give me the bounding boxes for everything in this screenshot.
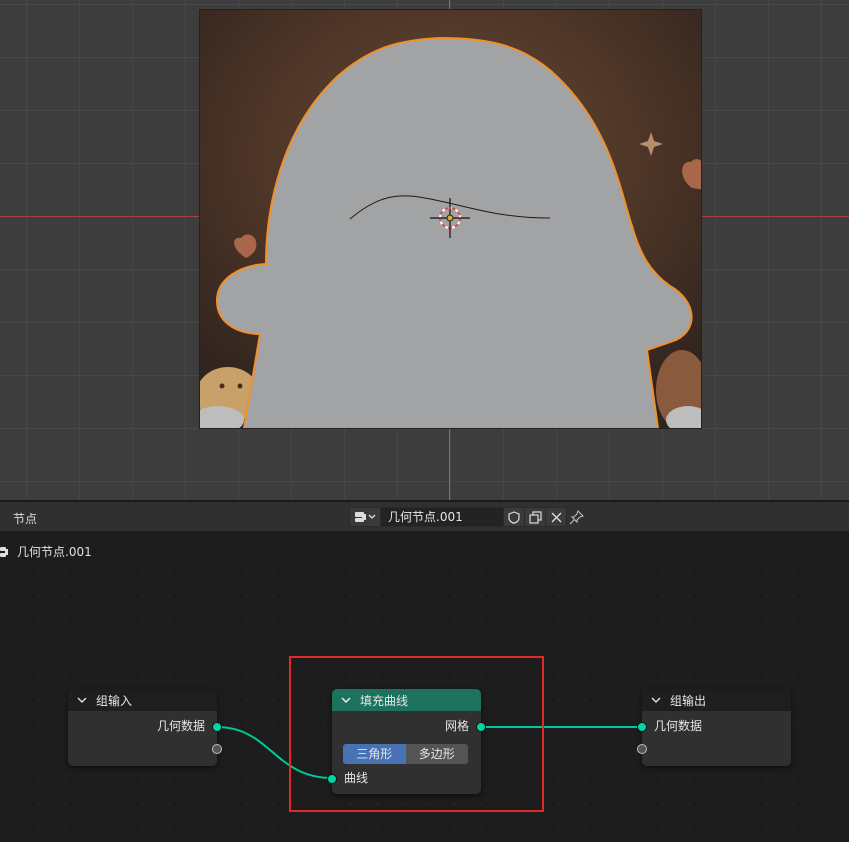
node-tree-icon: [355, 512, 376, 522]
input-socket-geometry[interactable]: [637, 722, 647, 732]
group-input-node[interactable]: 组输入 几何数据: [68, 689, 222, 766]
highlight-box: [289, 656, 544, 812]
chevron-down-icon[interactable]: [76, 694, 88, 706]
input-label-geometry: 几何数据: [654, 719, 703, 733]
breadcrumb: 几何节点.001: [0, 543, 92, 560]
reference-image[interactable]: [199, 9, 702, 429]
pin-button[interactable]: [567, 508, 585, 526]
chevron-down-icon: [368, 514, 376, 519]
node-header[interactable]: 组输出: [642, 689, 791, 711]
duplicate-button[interactable]: [525, 507, 546, 527]
duplicate-icon: [528, 510, 542, 524]
shield-icon: [508, 510, 520, 524]
node-header[interactable]: 组输入: [68, 689, 217, 711]
node-tree-selector[interactable]: 几何节点.001: [349, 507, 567, 527]
3d-viewport[interactable]: [0, 0, 849, 500]
node-title: 组输入: [96, 693, 133, 708]
unlink-button[interactable]: [546, 507, 567, 527]
node-title: 组输出: [670, 693, 707, 708]
output-socket-empty[interactable]: [212, 744, 222, 754]
breadcrumb-label: 几何节点.001: [17, 545, 92, 559]
pin-icon: [569, 509, 584, 524]
chevron-down-icon[interactable]: [650, 694, 662, 706]
node-tree-type-button[interactable]: [349, 507, 381, 527]
close-icon: [551, 512, 561, 522]
node-tree-name-field[interactable]: 几何节点.001: [381, 507, 504, 527]
editor-type-label[interactable]: 节点: [13, 510, 37, 527]
node-tree-icon: [0, 546, 8, 557]
fake-user-button[interactable]: [504, 507, 525, 527]
output-socket-geometry[interactable]: [212, 722, 222, 732]
input-socket-empty[interactable]: [637, 744, 647, 754]
output-label-geometry: 几何数据: [156, 719, 205, 733]
group-output-node[interactable]: 组输出 几何数据: [637, 689, 791, 766]
